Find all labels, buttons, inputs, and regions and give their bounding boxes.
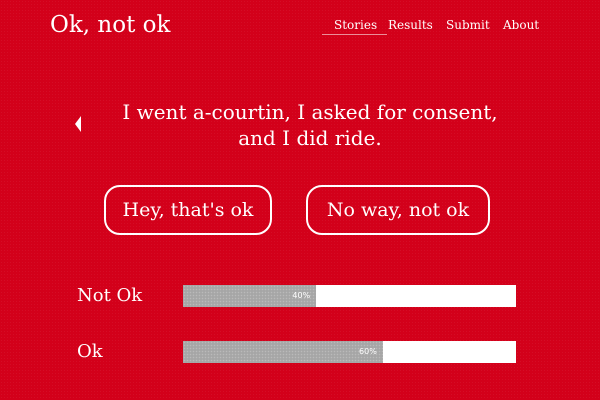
result-bar-ok: 60% xyxy=(183,341,516,363)
result-bar-not-ok: 40% xyxy=(183,285,516,307)
vote-not-ok-button[interactable]: No way, not ok xyxy=(306,185,490,235)
story-text: I went a-courtin, I asked for consent, a… xyxy=(100,99,520,151)
result-label-not-ok: Not Ok xyxy=(77,285,143,306)
result-bar-fill-not-ok: 40% xyxy=(183,285,317,307)
nav-item-about[interactable]: About xyxy=(503,17,539,33)
nav-item-results[interactable]: Results xyxy=(388,17,433,33)
nav-item-stories[interactable]: Stories xyxy=(321,17,388,35)
result-percent-not-ok: 40% xyxy=(292,291,311,300)
result-bar-fill-ok: 60% xyxy=(183,341,383,363)
result-percent-ok: 60% xyxy=(359,347,377,356)
site-title[interactable]: Ok, not ok xyxy=(50,10,170,40)
nav-item-submit[interactable]: Submit xyxy=(446,17,490,33)
story-line-2: and I did ride. xyxy=(238,126,382,150)
story-line-1: I went a-courtin, I asked for consent, xyxy=(122,100,498,124)
main-nav: Stories Results Submit About xyxy=(320,17,540,37)
previous-story-arrow-icon[interactable] xyxy=(75,116,81,132)
result-label-ok: Ok xyxy=(77,341,103,362)
vote-ok-button[interactable]: Hey, that's ok xyxy=(104,185,272,235)
